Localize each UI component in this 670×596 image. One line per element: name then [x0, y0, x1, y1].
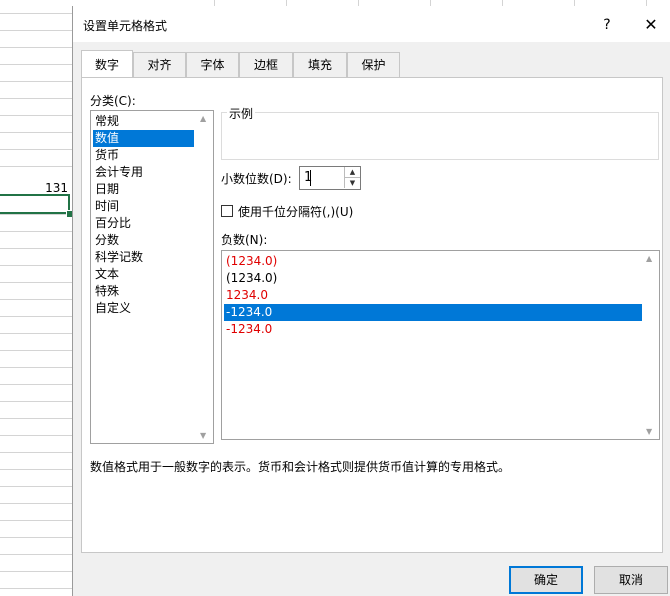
- gridline: [0, 435, 72, 436]
- gridline: [0, 64, 72, 65]
- gridline: [0, 486, 72, 487]
- list-item[interactable]: 科学记数: [93, 249, 194, 266]
- scroll-up-icon[interactable]: ▲: [200, 114, 206, 123]
- gridline: [0, 401, 72, 402]
- help-icon[interactable]: ?: [597, 15, 617, 35]
- gridline: [0, 554, 72, 555]
- list-item[interactable]: -1234.0: [224, 321, 642, 338]
- list-item[interactable]: (1234.0): [224, 253, 642, 270]
- category-label: 分类(C):: [90, 94, 136, 108]
- tab-number[interactable]: 数字: [81, 50, 133, 77]
- tab-alignment[interactable]: 对齐: [133, 52, 186, 77]
- gridline: [0, 231, 72, 232]
- gridline: [0, 299, 72, 300]
- gridline: [0, 333, 72, 334]
- negative-numbers-label: 负数(N):: [221, 233, 268, 247]
- close-icon[interactable]: ✕: [641, 15, 661, 35]
- gridline: [0, 316, 72, 317]
- list-item[interactable]: 百分比: [93, 215, 194, 232]
- gridline: [0, 367, 72, 368]
- dialog-titlebar[interactable]: 设置单元格格式 ? ✕: [73, 6, 670, 42]
- list-item-selected[interactable]: -1234.0: [224, 304, 642, 321]
- list-item[interactable]: 常规: [93, 113, 194, 130]
- gridline: [0, 282, 72, 283]
- spin-down-icon[interactable]: ▼: [344, 178, 360, 188]
- thousands-separator-checkbox[interactable]: [221, 205, 233, 217]
- list-item[interactable]: (1234.0): [224, 270, 642, 287]
- gridline: [0, 418, 72, 419]
- list-item[interactable]: 日期: [93, 181, 194, 198]
- tab-protection[interactable]: 保护: [347, 52, 400, 77]
- gridline: [0, 30, 72, 31]
- list-item[interactable]: 会计专用: [93, 164, 194, 181]
- gridline: [0, 115, 72, 116]
- tab-border[interactable]: 边框: [239, 52, 293, 77]
- negative-list-scrollbar[interactable]: ▲ ▼: [642, 251, 659, 439]
- gridline: [0, 350, 72, 351]
- list-item-selected[interactable]: 数值: [93, 130, 194, 147]
- gridline: [0, 81, 72, 82]
- cancel-button[interactable]: 取消: [594, 566, 668, 594]
- negative-numbers-list[interactable]: (1234.0) (1234.0) 1234.0 -1234.0 -1234.0…: [221, 250, 660, 440]
- gridline: [0, 248, 72, 249]
- format-cells-dialog: 设置单元格格式 ? ✕ 数字 对齐 字体 边框 填充 保护 分类(C): 常规 …: [72, 6, 670, 596]
- thousands-separator-label[interactable]: 使用千位分隔符(,)(U): [238, 203, 353, 220]
- gridline: [0, 265, 72, 266]
- gridline: [0, 384, 72, 385]
- gridline: [0, 13, 72, 14]
- selected-cell[interactable]: [0, 194, 70, 214]
- category-scrollbar[interactable]: ▲ ▼: [196, 111, 213, 443]
- gridline: [0, 214, 72, 215]
- scroll-down-icon[interactable]: ▼: [200, 431, 206, 440]
- gridline: [0, 47, 72, 48]
- list-item[interactable]: 货币: [93, 147, 194, 164]
- format-description: 数值格式用于一般数字的表示。货币和会计格式则提供货币值计算的专用格式。: [90, 460, 511, 474]
- list-item[interactable]: 分数: [93, 232, 194, 249]
- list-item[interactable]: 特殊: [93, 283, 194, 300]
- ok-button[interactable]: 确定: [509, 566, 583, 594]
- number-tab-panel: 分类(C): 常规 数值 货币 会计专用 日期 时间 百分比 分数 科学记数 文…: [81, 77, 663, 553]
- decimal-places-input[interactable]: 1: [304, 170, 312, 185]
- decimal-places-stepper[interactable]: 1 ▲ ▼: [299, 166, 361, 190]
- tab-font[interactable]: 字体: [186, 52, 239, 77]
- gridline: [0, 149, 72, 150]
- dialog-title: 设置单元格格式: [83, 19, 168, 33]
- spin-up-icon[interactable]: ▲: [344, 167, 360, 178]
- sample-group: [221, 112, 659, 160]
- category-list[interactable]: 常规 数值 货币 会计专用 日期 时间 百分比 分数 科学记数 文本 特殊 自定…: [90, 110, 214, 444]
- list-item[interactable]: 自定义: [93, 300, 194, 317]
- gridline: [0, 571, 72, 572]
- gridline: [0, 98, 72, 99]
- gridline: [0, 132, 72, 133]
- list-item[interactable]: 1234.0: [224, 287, 642, 304]
- gridline: [0, 537, 72, 538]
- gridline: [0, 469, 72, 470]
- list-item[interactable]: 文本: [93, 266, 194, 283]
- gridline: [0, 503, 72, 504]
- gridline: [0, 588, 72, 589]
- list-item[interactable]: 时间: [93, 198, 194, 215]
- gridline: [0, 166, 72, 167]
- text-caret: [310, 170, 311, 186]
- gridline: [0, 452, 72, 453]
- gridline: [0, 520, 72, 521]
- scroll-up-icon[interactable]: ▲: [646, 254, 652, 263]
- decimal-places-label: 小数位数(D):: [221, 172, 292, 186]
- spreadsheet-area: 131: [0, 0, 72, 596]
- sample-label: 示例: [227, 105, 256, 122]
- tab-fill[interactable]: 填充: [293, 52, 347, 77]
- scroll-down-icon[interactable]: ▼: [646, 427, 652, 436]
